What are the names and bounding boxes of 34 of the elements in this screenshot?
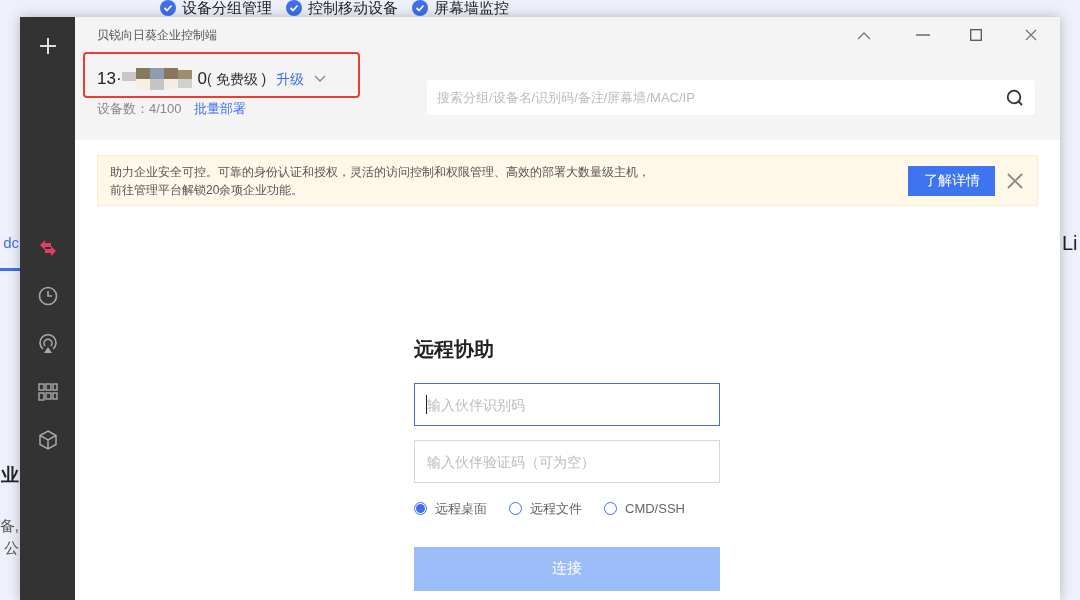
plus-icon[interactable] (38, 37, 57, 55)
account-id: 0 (197, 68, 208, 91)
account-id: 13· (97, 68, 122, 91)
page-text: dc (3, 233, 19, 253)
close-icon[interactable] (1025, 29, 1037, 41)
clock-icon[interactable] (37, 286, 58, 306)
close-icon[interactable] (1007, 172, 1023, 189)
chevron-down-icon[interactable] (314, 75, 327, 83)
grid-icon[interactable] (37, 382, 58, 402)
cube-icon[interactable] (37, 430, 58, 450)
page-text: 公 (4, 538, 19, 558)
page-text: 业 (1, 464, 19, 487)
broadcast-icon[interactable] (37, 334, 58, 354)
page-text: Li (1062, 231, 1078, 256)
feature-label: 控制移动设备 (308, 0, 398, 16)
collapse-icon[interactable] (857, 30, 871, 40)
page-text: 备, (0, 516, 19, 536)
window-title: 贝锐向日葵企业控制端 (97, 27, 217, 44)
plan-label: ( 免费级 ) (207, 69, 267, 89)
radio-label[interactable]: 远程桌面 (435, 499, 487, 519)
radio-label[interactable]: 远程文件 (530, 499, 582, 519)
radio-label[interactable]: CMD/SSH (625, 499, 685, 519)
feature-label: 设备分组管理 (182, 0, 272, 16)
search-icon[interactable] (1006, 89, 1024, 107)
banner-text: 助力企业安全可控。可靠的身份认证和授权，灵活的访问控制和权限管理、高效的部署大数量级主机，前往管理平台解锁20余项企业功能。 (110, 163, 651, 199)
upgrade-link[interactable]: 升级 (276, 68, 305, 90)
feature-label: 屏幕墙监控 (434, 0, 509, 16)
learn-more-button[interactable]: 了解详情 (908, 165, 995, 196)
device-count: 设备数：4/100 (97, 100, 182, 118)
search-field[interactable]: 搜索分组/设备名/识别码/备注/屏幕墙/MAC/IP (427, 80, 1035, 115)
maximize-icon[interactable] (970, 29, 982, 41)
section-title: 远程协助 (414, 337, 495, 362)
input-field[interactable]: 输入伙伴识别码 (414, 383, 720, 426)
batch-deploy-link[interactable]: 批量部署 (193, 99, 246, 119)
